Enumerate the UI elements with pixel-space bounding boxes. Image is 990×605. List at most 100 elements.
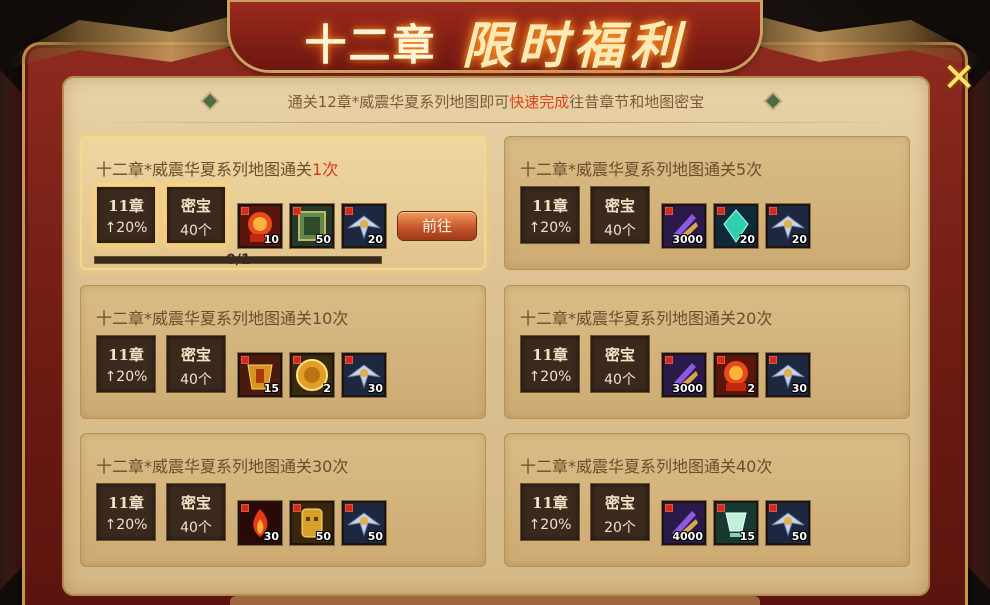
reward-item[interactable]: 50: [290, 501, 334, 545]
reward-card: 十二章*威震华夏系列地图通关5次 11章 ↑20% 密宝 40个 3000 20 20: [504, 136, 910, 270]
reward-item[interactable]: 4000: [662, 501, 706, 545]
description-prefix: 通关12章*威震华夏系列地图即可: [287, 93, 510, 111]
reward-item[interactable]: 30: [766, 353, 810, 397]
item-quantity: 10: [263, 233, 279, 246]
reward-item[interactable]: 10: [238, 204, 282, 248]
item-quantity: 2: [323, 382, 331, 395]
chapter-bonus-tag: 11章 ↑20%: [520, 335, 580, 393]
reward-item[interactable]: 2: [290, 353, 334, 397]
reward-card: 十二章*威震华夏系列地图通关10次 11章 ↑20% 密宝 40个 15 2 30: [80, 285, 486, 419]
chapter-bonus-tag: 11章 ↑20%: [96, 483, 156, 541]
rarity-marker: [345, 504, 353, 512]
progress-label: 0/1: [226, 252, 251, 268]
tag-line1: 11章: [532, 197, 568, 215]
tag-line1: 密宝: [180, 197, 211, 215]
tag-line2: ↑20%: [104, 369, 148, 385]
rarity-marker: [345, 356, 353, 364]
chapter-bonus-tag: 11章 ↑20%: [520, 483, 580, 541]
tag-line2: ↑20%: [528, 369, 572, 385]
item-quantity: 30: [263, 530, 279, 543]
reward-card: 十二章*威震华夏系列地图通关1次 11章 ↑20% 密宝 40个 10 50 20 前往 0/1: [80, 136, 486, 270]
card-title-text: 十二章*威震华夏系列地图通关30次: [96, 457, 349, 476]
reward-item[interactable]: 50: [766, 501, 810, 545]
tag-line1: 11章: [108, 197, 144, 215]
item-quantity: 15: [263, 382, 279, 395]
reward-item[interactable]: 2: [714, 353, 758, 397]
reward-card: 十二章*威震华夏系列地图通关40次 11章 ↑20% 密宝 20个 4000 15 50: [504, 433, 910, 567]
item-quantity: 20: [367, 233, 383, 246]
tag-line1: 11章: [532, 346, 568, 364]
rarity-marker: [241, 356, 249, 364]
tag-line2: 40个: [180, 520, 212, 536]
tag-line2: 40个: [604, 372, 636, 388]
rarity-marker: [717, 504, 725, 512]
rarity-marker: [665, 356, 673, 364]
rarity-marker: [717, 356, 725, 364]
treasure-tag: 密宝 40个: [166, 186, 226, 244]
goto-button[interactable]: 前往: [398, 212, 476, 240]
treasure-tag: 密宝 40个: [590, 335, 650, 393]
reward-item[interactable]: 30: [238, 501, 282, 545]
tag-line2: 40个: [180, 372, 212, 388]
reward-item[interactable]: 50: [342, 501, 386, 545]
tag-line1: 密宝: [180, 494, 211, 512]
item-quantity: 20: [739, 233, 755, 246]
reward-item[interactable]: 30: [342, 353, 386, 397]
card-title-text: 十二章*威震华夏系列地图通关20次: [520, 309, 773, 328]
reward-item[interactable]: 20: [766, 204, 810, 248]
chapter-bonus-tag: 11章 ↑20%: [520, 186, 580, 244]
dialog-title: 十二章 限时福利: [230, 6, 760, 78]
rarity-marker: [241, 504, 249, 512]
rarity-marker: [293, 504, 301, 512]
card-title: 十二章*威震华夏系列地图通关10次: [96, 305, 348, 329]
item-quantity: 30: [367, 382, 383, 395]
tag-line2: 40个: [180, 223, 212, 239]
reward-item[interactable]: 15: [238, 353, 282, 397]
reward-card: 十二章*威震华夏系列地图通关30次 11章 ↑20% 密宝 40个 30 50 50: [80, 433, 486, 567]
reward-item[interactable]: 20: [714, 204, 758, 248]
card-title: 十二章*威震华夏系列地图通关20次: [520, 305, 772, 329]
card-title: 十二章*威震华夏系列地图通关30次: [96, 453, 348, 477]
tag-line2: ↑20%: [104, 220, 148, 236]
item-quantity: 50: [367, 530, 383, 543]
reward-item[interactable]: 15: [714, 501, 758, 545]
item-quantity: 50: [315, 530, 331, 543]
item-quantity: 30: [791, 382, 807, 395]
tag-line2: ↑20%: [528, 220, 572, 236]
card-title-text: 十二章*威震华夏系列地图通关5次: [520, 160, 763, 179]
rarity-marker: [769, 356, 777, 364]
title-main: 限时福利: [461, 16, 686, 75]
title-chapter: 十二章: [304, 20, 437, 70]
treasure-tag: 密宝 40个: [166, 483, 226, 541]
treasure-tag: 密宝 20个: [590, 483, 650, 541]
reward-card: 十二章*威震华夏系列地图通关20次 11章 ↑20% 密宝 40个 3000 2 30: [504, 285, 910, 419]
treasure-tag: 密宝 40个: [590, 186, 650, 244]
reward-item[interactable]: 3000: [662, 204, 706, 248]
tag-line1: 11章: [108, 494, 144, 512]
card-title-count: 1次: [312, 160, 339, 179]
divider: [80, 122, 910, 123]
item-quantity: 2: [747, 382, 755, 395]
card-title-text: 十二章*威震华夏系列地图通关: [96, 160, 313, 179]
reward-item[interactable]: 3000: [662, 353, 706, 397]
rarity-marker: [665, 207, 673, 215]
rarity-marker: [717, 207, 725, 215]
item-quantity: 3000: [672, 382, 703, 395]
tag-line2: 40个: [604, 223, 636, 239]
item-quantity: 50: [791, 530, 807, 543]
reward-item[interactable]: 20: [342, 204, 386, 248]
chapter-bonus-tag: 11章 ↑20%: [96, 335, 156, 393]
item-quantity: 15: [739, 530, 755, 543]
item-quantity: 50: [315, 233, 331, 246]
treasure-tag: 密宝 40个: [166, 335, 226, 393]
rarity-marker: [293, 207, 301, 215]
card-title-text: 十二章*威震华夏系列地图通关40次: [520, 457, 773, 476]
reward-item[interactable]: 50: [290, 204, 334, 248]
bottom-ornament: [230, 596, 760, 605]
rarity-marker: [345, 207, 353, 215]
rarity-marker: [241, 207, 249, 215]
rarity-marker: [293, 356, 301, 364]
description-highlight: 快速完成: [509, 93, 570, 111]
close-button[interactable]: ✕: [942, 58, 976, 98]
item-quantity: 4000: [672, 530, 703, 543]
